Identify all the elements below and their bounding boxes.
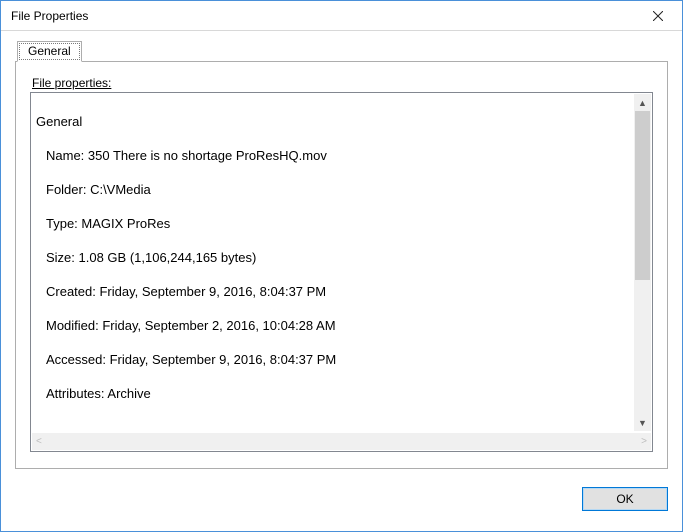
client-area: General File properties: General Name: 3… [1, 31, 682, 479]
tabstrip: General [15, 41, 668, 61]
header-general: General [36, 113, 630, 130]
close-icon [653, 11, 663, 21]
row-folder: Folder: C:\VMedia [36, 181, 630, 198]
row-size: Size: 1.08 GB (1,106,244,165 bytes) [36, 249, 630, 266]
scroll-thumb[interactable] [635, 111, 650, 280]
scroll-down-icon[interactable]: ▼ [634, 414, 651, 431]
row-type: Type: MAGIX ProRes [36, 215, 630, 232]
scroll-up-icon[interactable]: ▲ [634, 94, 651, 111]
row-created: Created: Friday, September 9, 2016, 8:04… [36, 283, 630, 300]
tab-general[interactable]: General [17, 41, 82, 62]
row-name: Name: 350 There is no shortage ProResHQ.… [36, 147, 630, 164]
window-title: File Properties [11, 9, 88, 23]
tabpanel-general: File properties: General Name: 350 There… [15, 61, 668, 469]
ok-button[interactable]: OK [582, 487, 668, 511]
section-label: File properties: [32, 76, 653, 90]
horizontal-scrollbar[interactable]: < > [32, 433, 651, 450]
scroll-right-icon[interactable]: > [641, 436, 647, 447]
row-accessed: Accessed: Friday, September 9, 2016, 8:0… [36, 351, 630, 368]
vertical-scrollbar[interactable]: ▲ ▼ [634, 94, 651, 431]
blank1 [36, 419, 630, 431]
titlebar[interactable]: File Properties [1, 1, 682, 31]
close-button[interactable] [635, 2, 680, 30]
row-modified: Modified: Friday, September 2, 2016, 10:… [36, 317, 630, 334]
properties-box: General Name: 350 There is no shortage P… [30, 92, 653, 452]
properties-text: General Name: 350 There is no shortage P… [32, 94, 634, 431]
button-row: OK [1, 479, 682, 521]
scroll-left-icon[interactable]: < [36, 436, 42, 447]
row-attributes: Attributes: Archive [36, 385, 630, 402]
